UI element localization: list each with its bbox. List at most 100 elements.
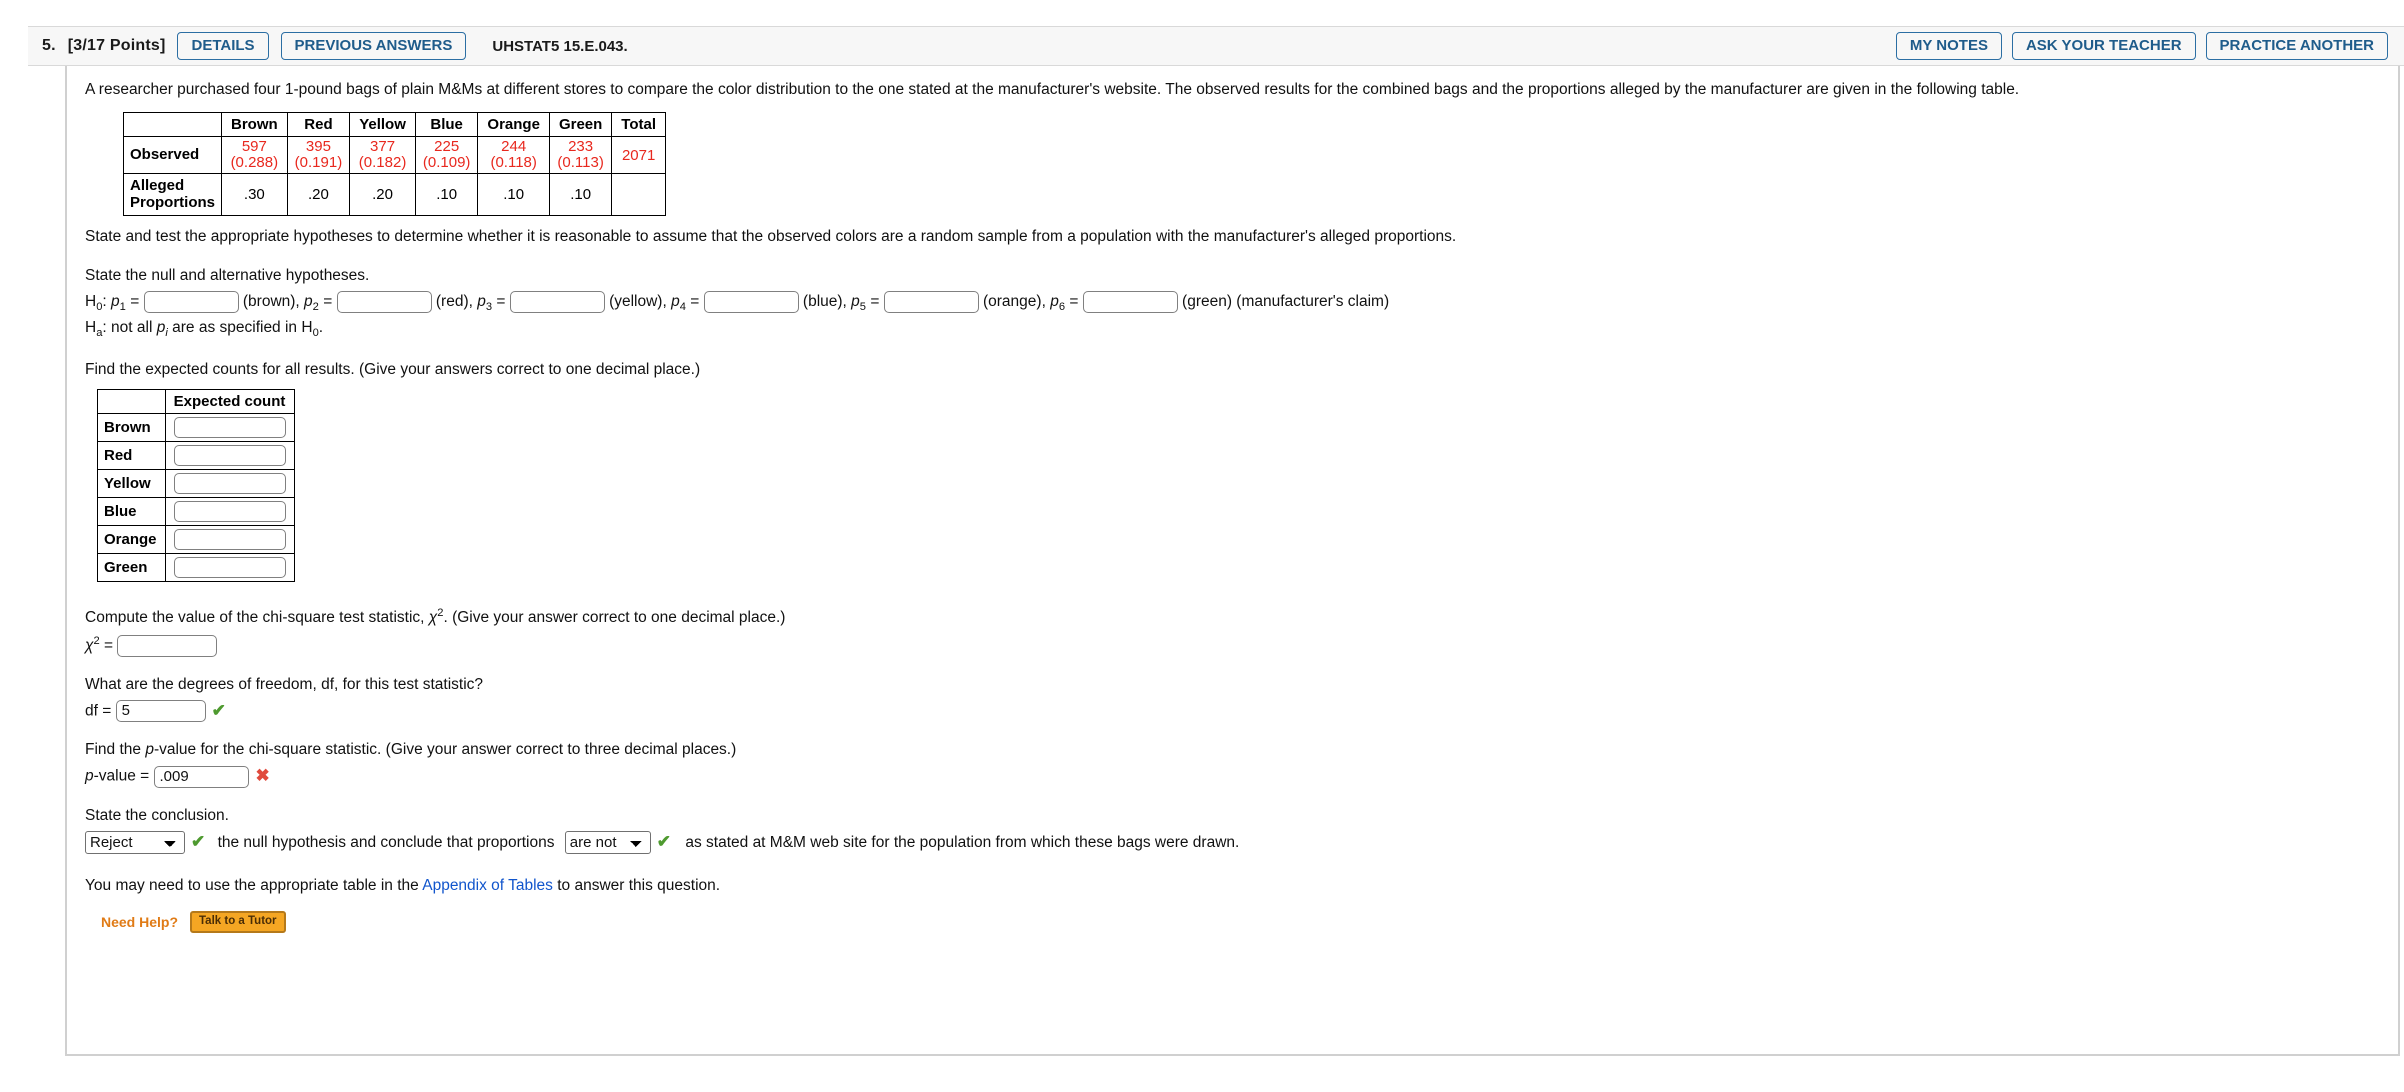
expected-cell-yellow	[164, 469, 295, 499]
conclusion-middle-text: the null hypothesis and conclude that pr…	[217, 833, 555, 851]
expected-counts-instruction: Find the expected counts for all results…	[85, 360, 701, 378]
p2-input[interactable]	[336, 291, 432, 314]
observed-count-blue: 225	[434, 137, 460, 155]
observed-prop-orange: (0.118)	[490, 154, 537, 172]
expected-corner-cell	[97, 389, 166, 415]
expected-input-yellow[interactable]	[173, 473, 286, 495]
col-header-orange: Orange	[477, 111, 550, 137]
expected-input-red[interactable]	[173, 445, 286, 467]
observed-corner-cell	[123, 111, 222, 137]
observed-cell-red: 395 (0.191)	[286, 135, 351, 175]
need-help-row: Need Help? Talk to a Tutor	[101, 911, 2398, 933]
state-hypotheses-heading: State the null and alternative hypothese…	[85, 267, 370, 285]
details-button[interactable]: DETAILS	[177, 32, 269, 60]
p-value-answer-row: p-value = ✖	[85, 765, 2398, 788]
p4-equals: =	[690, 293, 704, 311]
expected-input-orange[interactable]	[173, 529, 286, 551]
expected-label-brown: Brown	[97, 413, 166, 443]
question-header-left: 5. [3/17 Points] DETAILS PREVIOUS ANSWER…	[28, 32, 628, 60]
expected-input-brown[interactable]	[173, 417, 286, 439]
question-header-bar: 5. [3/17 Points] DETAILS PREVIOUS ANSWER…	[28, 26, 2404, 66]
table-row: Brown	[97, 413, 295, 443]
alleged-green: .10	[548, 173, 613, 217]
table-row: Green	[97, 553, 295, 583]
proportions-select[interactable]: are are not	[564, 831, 651, 855]
conclusion-tail-text: as stated at M&M web site for the popula…	[685, 833, 1240, 851]
expected-cell-red	[164, 441, 295, 471]
p4-subscript: 4	[679, 301, 686, 314]
p-value-label-italic: p	[85, 767, 94, 785]
p-value-italic-p: p	[145, 741, 154, 759]
ha-text-2: are as specified in H	[167, 319, 313, 337]
chi-square-answer-row: χ2 =	[85, 634, 2398, 657]
h0-letter: H	[85, 293, 97, 311]
p2-symbol: p	[304, 293, 313, 311]
expected-input-green[interactable]	[173, 557, 286, 579]
chi-square-input[interactable]	[117, 634, 218, 657]
p4-input[interactable]	[703, 291, 799, 314]
expected-label-green: Green	[97, 553, 166, 583]
problem-statement: A researcher purchased four 1-pound bags…	[85, 81, 2020, 98]
ask-your-teacher-button[interactable]: ASK YOUR TEACHER	[2011, 32, 2196, 60]
p6-equals: =	[1069, 293, 1083, 311]
p1-subscript: 1	[119, 301, 126, 314]
p-value-input[interactable]	[153, 765, 249, 788]
col-header-red: Red	[286, 111, 351, 137]
observed-total: 2071	[611, 135, 667, 175]
p2-equals: =	[323, 293, 337, 311]
expected-cell-blue	[164, 497, 295, 527]
p1-equals: =	[130, 293, 144, 311]
col-header-green: Green	[548, 111, 613, 137]
p1-label: (brown),	[242, 293, 300, 311]
p5-input[interactable]	[883, 291, 979, 314]
expected-input-blue[interactable]	[173, 501, 286, 523]
alleged-label-line2: Proportions	[130, 193, 215, 211]
observed-cell-blue: 225 (0.109)	[414, 135, 479, 175]
need-help-label: Need Help?	[101, 913, 179, 930]
p3-equals: =	[496, 293, 510, 311]
p-value-label-rest: -value =	[93, 767, 154, 785]
col-header-total: Total	[611, 111, 667, 137]
observed-prop-red: (0.191)	[294, 154, 343, 172]
conclusion-select[interactable]: Reject Fail to reject	[85, 831, 185, 855]
col-header-brown: Brown	[221, 111, 288, 137]
conclusion-select-correct-icon: ✔	[191, 832, 206, 852]
practice-another-button[interactable]: PRACTICE ANOTHER	[2205, 32, 2388, 60]
observed-cell-orange: 244 (0.118)	[477, 135, 550, 175]
appendix-of-tables-link[interactable]: Appendix of Tables	[422, 877, 553, 894]
p3-symbol: p	[477, 293, 486, 311]
observed-count-green: 233	[568, 137, 594, 155]
alternative-hypothesis-row: Ha: not all pi are as specified in H0.	[85, 318, 2398, 341]
my-notes-button[interactable]: MY NOTES	[1895, 32, 2002, 60]
p1-input[interactable]	[143, 291, 239, 314]
p2-label: (red),	[435, 293, 473, 311]
expected-count-column-header: Expected count	[164, 389, 295, 415]
chi-square-instruction: Compute the value of the chi-square test…	[85, 606, 2398, 629]
expected-label-blue: Blue	[97, 497, 166, 527]
observed-prop-brown: (0.288)	[230, 154, 279, 172]
alleged-blue: .10	[414, 173, 479, 217]
p5-subscript: 5	[859, 301, 866, 314]
talk-to-a-tutor-button[interactable]: Talk to a Tutor	[190, 911, 286, 933]
p3-input[interactable]	[509, 291, 605, 314]
df-input[interactable]	[115, 699, 206, 722]
df-correct-icon: ✔	[211, 700, 226, 720]
table-row: Blue	[97, 497, 295, 527]
p-value-instruction-part-a: Find the	[85, 741, 146, 759]
previous-answers-button[interactable]: PREVIOUS ANSWERS	[280, 32, 467, 60]
alleged-label-line1: Alleged	[130, 177, 185, 195]
p6-input[interactable]	[1082, 291, 1178, 314]
p5-label: (orange),	[982, 293, 1046, 311]
h0-label: H0:	[85, 293, 112, 313]
null-hypothesis-row: H0: p1 = (brown), p2 = (red), p3 = (yell…	[85, 291, 2398, 315]
p4-symbol: p	[671, 293, 680, 311]
p4-label: (blue),	[802, 293, 847, 311]
observed-count-brown: 597	[241, 137, 267, 155]
conclusion-row: Reject Fail to reject ✔ the null hypothe…	[85, 831, 2398, 855]
h0-colon: :	[102, 293, 112, 311]
proportions-select-correct-icon: ✔	[656, 832, 672, 852]
expected-header-row: Expected count	[97, 389, 295, 415]
p6-label: (green) (manufacturer's claim)	[1182, 293, 1390, 311]
table-row-observed: Observed 597 (0.288) 395 (0.191) 377 (0.…	[123, 135, 667, 175]
expected-label-yellow: Yellow	[97, 469, 166, 499]
